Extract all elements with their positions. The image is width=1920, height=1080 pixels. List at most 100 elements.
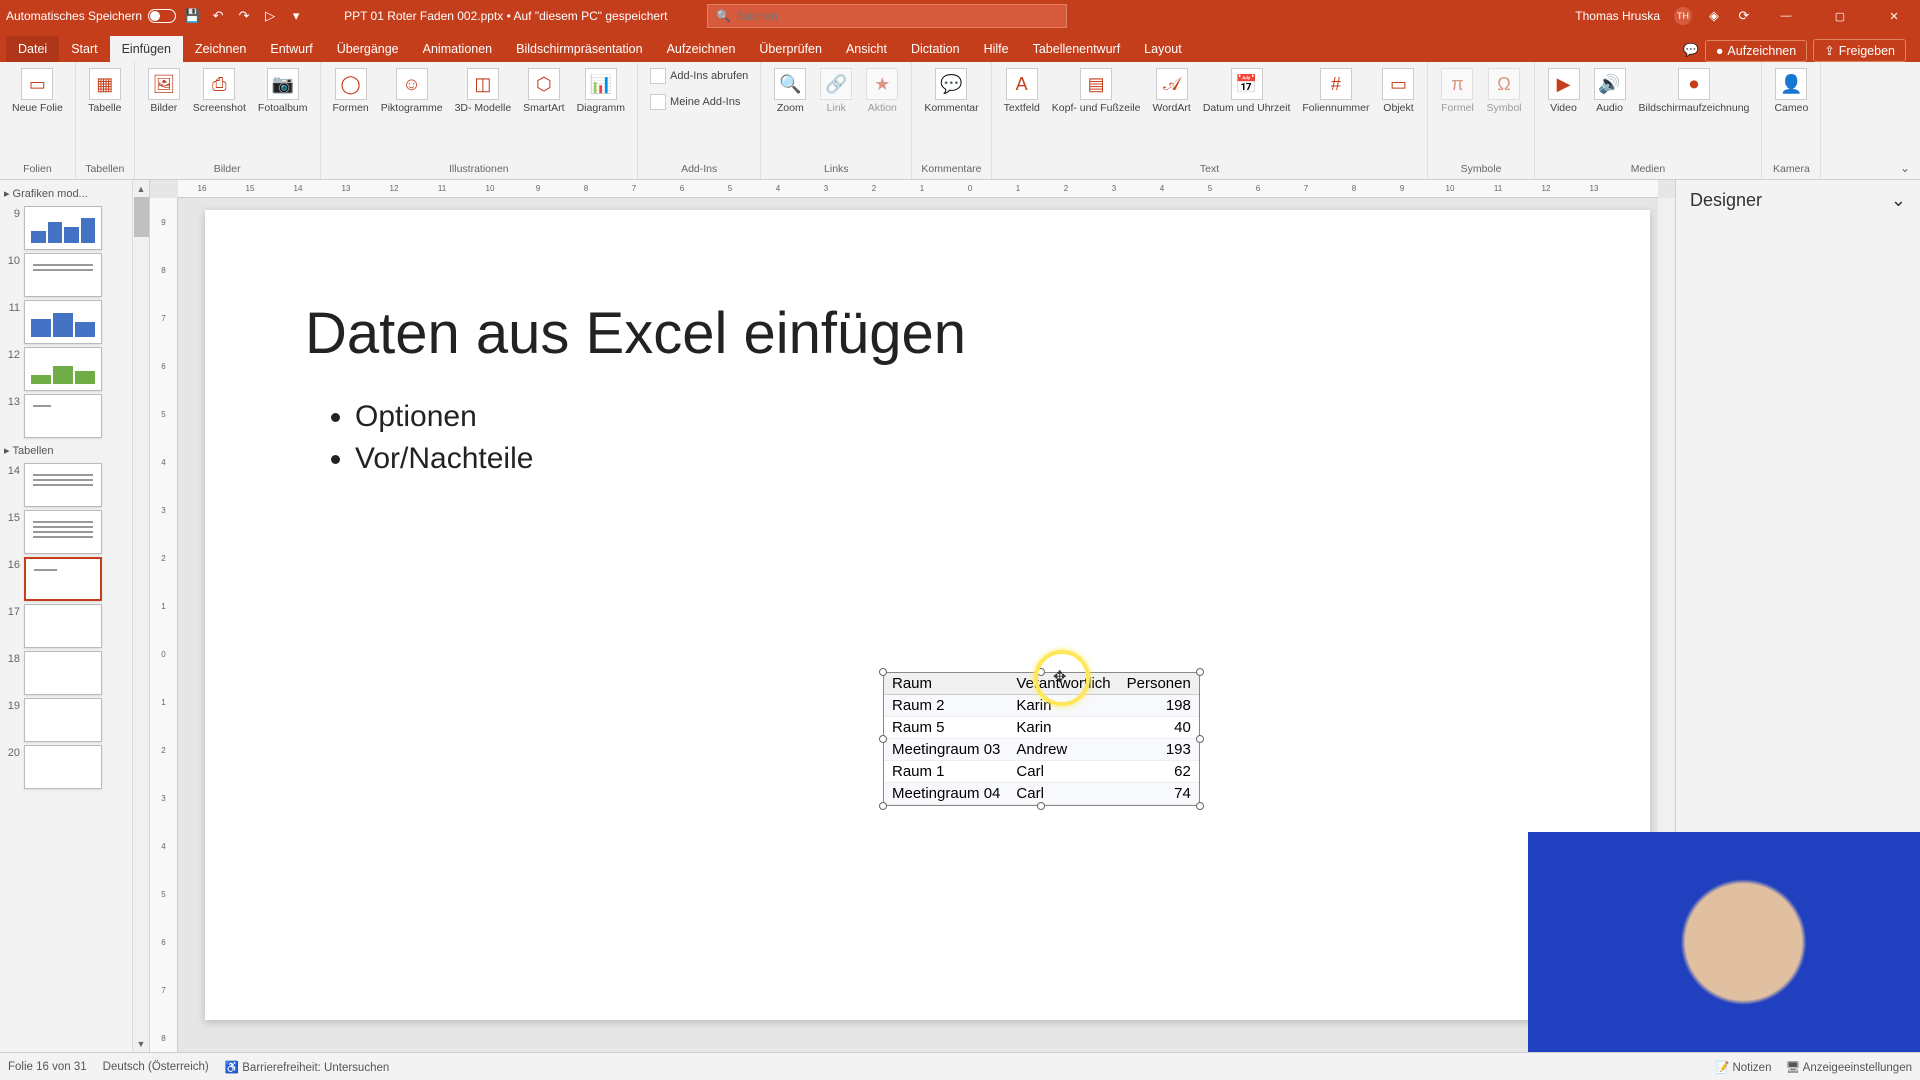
video-button[interactable]: ▶Video (1543, 66, 1585, 116)
slide-title[interactable]: Daten aus Excel einfügen (305, 300, 966, 367)
pictures-button[interactable]: 🖼Bilder (143, 66, 185, 116)
chevron-down-icon[interactable]: ⌄ (1891, 190, 1906, 211)
slide-counter[interactable]: Folie 16 von 31 (8, 1061, 87, 1073)
my-addins-button[interactable]: Meine Add-Ins (646, 92, 744, 112)
tab-dictation[interactable]: Dictation (899, 36, 972, 62)
resize-handle[interactable] (1196, 668, 1204, 676)
save-icon[interactable]: 💾 (184, 8, 200, 24)
slidepanel-scrollbar[interactable]: ▲ ▼ (132, 180, 149, 1052)
tab-layout[interactable]: Layout (1132, 36, 1194, 62)
slide-thumb[interactable]: 14 (2, 463, 145, 507)
language-indicator[interactable]: Deutsch (Österreich) (103, 1061, 209, 1073)
accessibility-check[interactable]: ♿ Barrierefreiheit: Untersuchen (225, 1060, 390, 1074)
slidenumber-button[interactable]: #Foliennummer (1298, 66, 1373, 116)
autosave-toggle[interactable]: Automatisches Speichern (6, 9, 176, 23)
table-button[interactable]: ▦Tabelle (84, 66, 126, 116)
ribbon-collapse-button[interactable]: ⌄ (1890, 62, 1920, 179)
comment-button[interactable]: 💬Kommentar (920, 66, 982, 116)
object-button[interactable]: ▭Objekt (1377, 66, 1419, 116)
tab-view[interactable]: Ansicht (834, 36, 899, 62)
tab-record[interactable]: Aufzeichnen (655, 36, 748, 62)
link-button[interactable]: 🔗Link (815, 66, 857, 116)
3dmodels-button[interactable]: ◫3D- Modelle (451, 66, 516, 116)
resize-handle[interactable] (879, 735, 887, 743)
resize-handle[interactable] (1196, 802, 1204, 810)
tab-design[interactable]: Entwurf (258, 36, 324, 62)
notes-button[interactable]: 📝 Notizen (1715, 1060, 1772, 1074)
share-button[interactable]: ⇪Freigeben (1813, 39, 1906, 62)
wordart-button[interactable]: 𝒜WordArt (1149, 66, 1195, 116)
slide-thumb[interactable]: 15 (2, 510, 145, 554)
screenshot-button[interactable]: ⎙Screenshot (189, 66, 250, 116)
new-slide-button[interactable]: ▭Neue Folie (8, 66, 67, 116)
headerfooter-button[interactable]: ▤Kopf- und Fußzeile (1048, 66, 1145, 116)
present-icon[interactable]: ▷ (262, 8, 278, 24)
close-button[interactable]: ✕ (1874, 0, 1914, 32)
slide-thumb[interactable]: 13 (2, 394, 145, 438)
screenrec-button[interactable]: ⏺Bildschirmaufzeichnung (1635, 66, 1754, 116)
tab-start[interactable]: Start (59, 36, 109, 62)
section-header[interactable]: ▸ Tabellen (2, 441, 145, 460)
audio-button[interactable]: 🔊Audio (1589, 66, 1631, 116)
embedded-excel-table[interactable]: RaumVerantwortlichPersonenRaum 2Karin198… (883, 672, 1200, 806)
resize-handle[interactable] (879, 802, 887, 810)
maximize-button[interactable]: ▢ (1820, 0, 1860, 32)
tab-review[interactable]: Überprüfen (747, 36, 834, 62)
record-button[interactable]: ●Aufzeichnen (1705, 40, 1807, 62)
tab-transitions[interactable]: Übergänge (325, 36, 411, 62)
scroll-down-icon[interactable]: ▼ (133, 1035, 149, 1052)
redo-icon[interactable]: ↷ (236, 8, 252, 24)
tab-insert[interactable]: Einfügen (110, 36, 183, 62)
slide-thumb[interactable]: 12 (2, 347, 145, 391)
scroll-thumb[interactable] (134, 197, 149, 237)
sync-icon[interactable]: ⟳ (1736, 8, 1752, 24)
cameo-button[interactable]: 👤Cameo (1770, 66, 1812, 116)
smartart-button[interactable]: ⬡SmartArt (519, 66, 568, 116)
tab-draw[interactable]: Zeichnen (183, 36, 258, 62)
resize-handle[interactable] (879, 668, 887, 676)
textbox-button[interactable]: ATextfeld (1000, 66, 1044, 116)
user-avatar[interactable]: TH (1674, 7, 1692, 25)
resize-handle[interactable] (1196, 735, 1204, 743)
user-name[interactable]: Thomas Hruska (1575, 9, 1660, 23)
bullet-item[interactable]: Vor/Nachteile (355, 442, 533, 476)
chart-button[interactable]: 📊Diagramm (573, 66, 629, 116)
slide-thumb[interactable]: 19 (2, 698, 145, 742)
tab-table-design[interactable]: Tabellenentwurf (1021, 36, 1133, 62)
slide-thumb[interactable]: 10 (2, 253, 145, 297)
search-box[interactable]: 🔍 (707, 4, 1067, 28)
slide-bullets[interactable]: Optionen Vor/Nachteile (325, 400, 533, 484)
slide-thumb[interactable]: 18 (2, 651, 145, 695)
symbol-button[interactable]: ΩSymbol (1482, 66, 1525, 116)
section-header[interactable]: ▸ Grafiken mod... (2, 184, 145, 203)
tab-animations[interactable]: Animationen (411, 36, 505, 62)
datetime-button[interactable]: 📅Datum und Uhrzeit (1199, 66, 1295, 116)
zoom-button[interactable]: 🔍Zoom (769, 66, 811, 116)
photoalbum-button[interactable]: 📷Fotoalbum (254, 66, 312, 116)
search-input[interactable] (737, 9, 1058, 23)
scroll-up-icon[interactable]: ▲ (133, 180, 149, 197)
display-settings-button[interactable]: 🖥 Anzeigeeinstellungen (1785, 1060, 1912, 1074)
action-button[interactable]: ★Aktion (861, 66, 903, 116)
tab-help[interactable]: Hilfe (972, 36, 1021, 62)
slide-thumb[interactable]: 17 (2, 604, 145, 648)
slide-canvas[interactable]: Daten aus Excel einfügen Optionen Vor/Na… (205, 210, 1650, 1020)
resize-handle[interactable] (1037, 802, 1045, 810)
shapes-button[interactable]: ◯Formen (329, 66, 373, 116)
get-addins-button[interactable]: Add-Ins abrufen (646, 66, 752, 86)
slide-thumb[interactable]: 20 (2, 745, 145, 789)
qat-more-icon[interactable]: ▾ (288, 8, 304, 24)
slide-thumb[interactable]: 16 (2, 557, 145, 601)
undo-icon[interactable]: ↶ (210, 8, 226, 24)
minimize-button[interactable]: — (1766, 0, 1806, 32)
autosave-switch-icon[interactable] (148, 9, 176, 23)
diamond-icon[interactable]: ◈ (1706, 8, 1722, 24)
equation-button[interactable]: πFormel (1436, 66, 1478, 116)
bullet-item[interactable]: Optionen (355, 400, 533, 434)
tab-slideshow[interactable]: Bildschirmpräsentation (504, 36, 654, 62)
tab-file[interactable]: Datei (6, 36, 59, 62)
slide-thumb[interactable]: 11 (2, 300, 145, 344)
slide-editor[interactable]: 1615141312111098765432101234567891011121… (150, 180, 1675, 1052)
icons-button[interactable]: ☺Piktogramme (377, 66, 447, 116)
comments-icon[interactable]: 💬 (1683, 43, 1699, 58)
